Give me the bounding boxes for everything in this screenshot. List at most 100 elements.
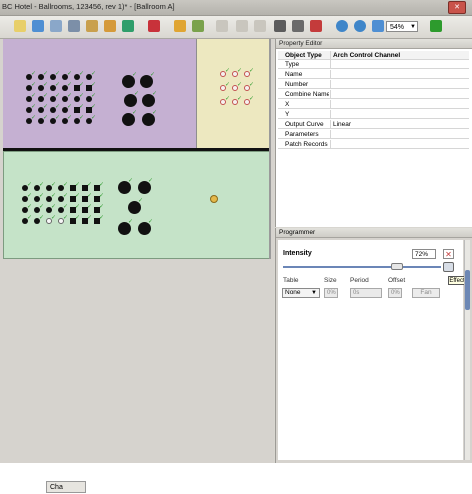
check-mark-icon: ✓ — [67, 114, 73, 121]
check-mark-icon: ✓ — [67, 81, 73, 88]
programmer-title: Programmer — [276, 228, 472, 238]
copy-icon[interactable] — [274, 20, 286, 32]
intensity-input[interactable]: 72% — [412, 249, 436, 259]
property-value[interactable] — [330, 110, 468, 119]
check-mark-icon: ✓ — [39, 181, 45, 188]
intensity-slider-track[interactable] — [283, 266, 441, 268]
open-icon[interactable] — [32, 20, 44, 32]
light-bulb-icon[interactable] — [210, 195, 218, 203]
user-icon[interactable] — [86, 20, 98, 32]
check-mark-icon: ✓ — [51, 181, 57, 188]
check-mark-icon: ✓ — [75, 192, 81, 199]
check-mark-icon: ✓ — [55, 70, 61, 77]
property-key: Parameters — [285, 131, 319, 138]
check-mark-icon: ✓ — [87, 203, 93, 210]
floor-plan-canvas[interactable]: ✓ ✓ ✓ ✓ ✓ ✓ ✓ ✓ ✓ ✓ ✓ ✓ ✓ ✓ ✓ ✓ ✓ ✓ ✓ ✓ ✓ ✓ ✓ ✓ ✓ ✓ ✓ ✓ ✓ ✓ ✓ ✓ ✓ ✓ ✓ ✓ ✓ ✓ ✓ ✓… — [0, 39, 274, 493]
clear-intensity-button[interactable]: ✕ — [443, 249, 454, 259]
check-mark-icon: ✓ — [75, 181, 81, 188]
property-row-type[interactable]: Type — [278, 60, 469, 69]
size-input[interactable]: 0% — [324, 288, 338, 298]
zoom-select[interactable]: 54% ▼ — [386, 21, 418, 32]
fit-icon[interactable] — [372, 20, 384, 32]
property-value[interactable] — [330, 70, 468, 79]
zoom-value: 54% — [390, 24, 405, 31]
check-mark-icon: ✓ — [148, 218, 154, 225]
property-value[interactable]: Linear — [330, 120, 468, 129]
check-mark-icon: ✓ — [99, 214, 105, 221]
programmer-panel: Programmer Intensity 72% ✕ Effect Table … — [275, 228, 472, 463]
fan-button[interactable]: Fan — [412, 288, 440, 298]
property-editor-panel: Property Editor Object Type Arch Control… — [275, 39, 472, 227]
property-value[interactable] — [330, 60, 468, 69]
effect-button[interactable] — [443, 262, 454, 272]
check-mark-icon: ✓ — [39, 192, 45, 199]
property-value[interactable] — [330, 80, 468, 89]
check-mark-icon: ✓ — [31, 81, 37, 88]
run-icon[interactable] — [430, 20, 442, 32]
check-mark-icon: ✓ — [225, 81, 231, 88]
property-value[interactable] — [330, 140, 468, 149]
monitor-icon[interactable] — [122, 20, 134, 32]
canvas-edge — [269, 39, 271, 259]
check-mark-icon: ✓ — [152, 109, 158, 116]
report-icon[interactable] — [310, 20, 322, 32]
programmer-scrollbar[interactable] — [464, 240, 470, 460]
delete-icon[interactable] — [254, 20, 266, 32]
title-bar: BC Hotel - Ballrooms, 123456, rev 1)* - … — [0, 0, 472, 16]
check-mark-icon: ✓ — [43, 103, 49, 110]
check-mark-icon: ✓ — [39, 214, 45, 221]
check-mark-icon: ✓ — [79, 92, 85, 99]
property-value[interactable] — [330, 90, 468, 99]
check-mark-icon: ✓ — [134, 90, 140, 97]
property-row-y[interactable]: Y — [278, 110, 469, 119]
property-value[interactable] — [330, 100, 468, 109]
color-icon[interactable] — [192, 20, 204, 32]
check-mark-icon: ✓ — [67, 70, 73, 77]
property-row-number[interactable]: Number — [278, 80, 469, 89]
property-row-patch-records[interactable]: Patch Records — [278, 140, 469, 149]
check-mark-icon: ✓ — [27, 192, 33, 199]
palette-icon[interactable] — [104, 20, 116, 32]
zoom-out-icon[interactable] — [354, 20, 366, 32]
size-label: Size — [324, 277, 337, 284]
check-mark-icon: ✓ — [91, 114, 97, 121]
property-key: X — [285, 101, 290, 108]
paste-icon[interactable] — [292, 20, 304, 32]
property-row-output-curve[interactable]: Output Curve Linear — [278, 120, 469, 129]
tab-channels[interactable]: Cha — [46, 481, 86, 493]
print-icon[interactable] — [68, 20, 80, 32]
zoom-in-icon[interactable] — [336, 20, 348, 32]
check-mark-icon: ✓ — [27, 214, 33, 221]
undo-icon[interactable] — [236, 20, 248, 32]
stop-icon[interactable] — [148, 20, 160, 32]
check-mark-icon: ✓ — [87, 214, 93, 221]
save-icon[interactable] — [50, 20, 62, 32]
check-mark-icon: ✓ — [87, 192, 93, 199]
offset-input[interactable]: 0% — [388, 288, 402, 298]
property-key: Combine Name — [285, 91, 329, 98]
property-row-x[interactable]: X — [278, 100, 469, 109]
property-row-combine-name[interactable]: Combine Name — [278, 90, 469, 99]
table-select[interactable]: None ▼ — [282, 288, 320, 298]
property-row-parameters[interactable]: Parameters — [278, 130, 469, 139]
period-input[interactable]: 0s — [350, 288, 382, 298]
check-mark-icon: ✓ — [63, 203, 69, 210]
app-window: BC Hotel - Ballrooms, 123456, rev 1)* - … — [0, 0, 472, 493]
pencil-icon[interactable] — [216, 20, 228, 32]
wand-icon[interactable] — [174, 20, 186, 32]
new-icon[interactable] — [14, 20, 26, 32]
check-mark-icon: ✓ — [27, 181, 33, 188]
check-mark-icon: ✓ — [91, 92, 97, 99]
scrollbar-thumb[interactable] — [465, 270, 470, 310]
property-editor-title: Property Editor — [276, 39, 472, 49]
check-mark-icon: ✓ — [249, 81, 255, 88]
check-mark-icon: ✓ — [99, 203, 105, 210]
check-mark-icon: ✓ — [150, 71, 156, 78]
check-mark-icon: ✓ — [63, 192, 69, 199]
close-button[interactable]: ✕ — [448, 1, 466, 14]
property-row-name[interactable]: Name — [278, 70, 469, 79]
check-mark-icon: ✓ — [249, 67, 255, 74]
property-value[interactable] — [330, 130, 468, 139]
intensity-slider-thumb[interactable] — [390, 263, 403, 270]
room-zone-yellow[interactable] — [197, 39, 269, 148]
